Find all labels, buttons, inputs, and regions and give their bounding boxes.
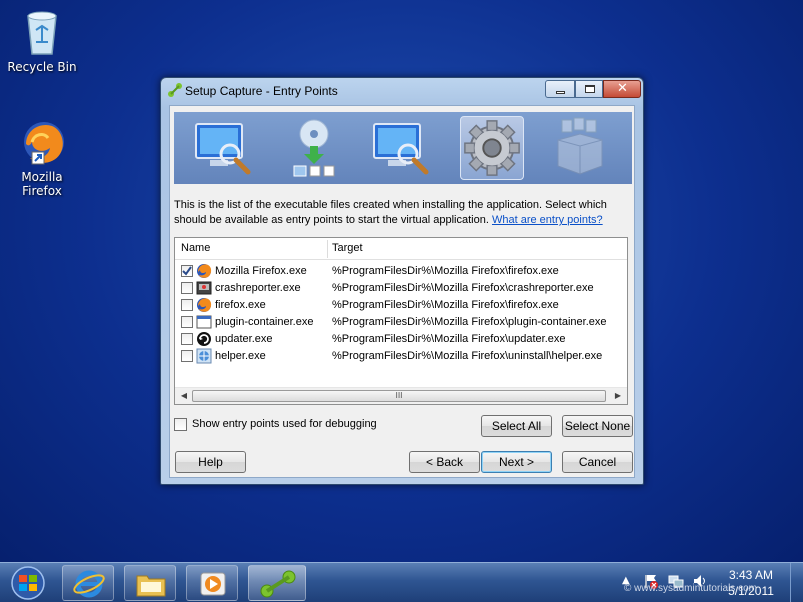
setup-capture-window: Setup Capture - Entry Points ✕ This is t… — [160, 77, 644, 485]
entry-checkbox[interactable] — [181, 265, 193, 277]
desktop-firefox-shortcut[interactable]: Mozilla Firefox — [2, 120, 82, 198]
column-separator[interactable] — [327, 240, 328, 258]
monitor-scan-icon — [195, 123, 251, 175]
list-item[interactable]: helper.exe %ProgramFilesDir%\Mozilla Fir… — [175, 348, 627, 365]
step-prescan — [192, 116, 256, 180]
show-debug-entry-points-label: Show entry points used for debugging — [192, 418, 377, 430]
crashreporter-icon — [196, 281, 212, 295]
close-icon: ✕ — [617, 81, 628, 96]
explorer-folder-icon — [136, 575, 166, 597]
window-client: This is the list of the executable files… — [169, 105, 635, 478]
show-desktop-button[interactable] — [790, 563, 803, 602]
show-debug-entry-points-checkbox[interactable] — [174, 418, 187, 431]
checkmark-icon — [182, 266, 192, 276]
entry-checkbox[interactable] — [181, 299, 193, 311]
thinapp-app-icon — [168, 83, 182, 97]
window-titlebar[interactable]: Setup Capture - Entry Points ✕ — [161, 78, 643, 104]
step-banner — [174, 112, 632, 184]
watermark-text: © www.sysadmintutorials.com — [624, 583, 757, 594]
desktop-recycle-bin[interactable]: Recycle Bin — [2, 8, 82, 74]
minimize-icon — [556, 91, 565, 94]
back-button[interactable]: < Back — [409, 451, 480, 473]
column-header-target[interactable]: Target — [332, 242, 363, 254]
entry-name: firefox.exe — [215, 299, 266, 311]
help-button[interactable]: Help — [175, 451, 246, 473]
entry-target: %ProgramFilesDir%\Mozilla Firefox\crashr… — [332, 282, 594, 294]
taskbar-media-player[interactable] — [186, 565, 238, 601]
scrollbar-grip: III — [395, 391, 403, 400]
disc-install-icon — [293, 119, 335, 177]
entry-name: updater.exe — [215, 333, 273, 345]
entry-checkbox[interactable] — [181, 350, 193, 362]
step-install — [282, 116, 346, 180]
entry-target: %ProgramFilesDir%\Mozilla Firefox\firefo… — [332, 299, 559, 311]
thinapp-capture-icon — [260, 570, 296, 598]
description-text: This is the list of the executable files… — [174, 198, 634, 228]
select-none-button[interactable]: Select None — [562, 415, 633, 437]
entry-name: crashreporter.exe — [215, 282, 301, 294]
window-title: Setup Capture - Entry Points — [185, 84, 338, 98]
maximize-button[interactable] — [575, 80, 603, 98]
taskbar: ▲ 3:43 AM 5/1/2011 — [0, 562, 803, 602]
gear-icon — [464, 120, 520, 176]
cancel-label: Cancel — [578, 455, 617, 469]
back-label: < Back — [425, 455, 464, 469]
firefox-shortcut-label: Mozilla Firefox — [21, 170, 63, 198]
start-button[interactable] — [8, 565, 48, 601]
maximize-icon — [585, 85, 595, 93]
list-item[interactable]: crashreporter.exe %ProgramFilesDir%\Mozi… — [175, 280, 627, 297]
scroll-right-arrow-icon[interactable]: ▶ — [611, 391, 625, 402]
list-item[interactable]: plugin-container.exe %ProgramFilesDir%\M… — [175, 314, 627, 331]
help-label: Help — [198, 455, 223, 469]
horizontal-scrollbar[interactable]: ◀ III ▶ — [175, 387, 627, 404]
column-header-name[interactable]: Name — [181, 242, 210, 254]
updater-icon — [197, 332, 211, 346]
firefox-shortcut-icon — [24, 122, 64, 165]
internet-explorer-icon — [73, 570, 105, 598]
select-none-label: Select None — [564, 419, 631, 433]
taskbar-setup-capture[interactable] — [248, 565, 306, 601]
taskbar-windows-explorer[interactable] — [124, 565, 176, 601]
taskbar-internet-explorer[interactable] — [62, 565, 114, 601]
list-item[interactable]: updater.exe %ProgramFilesDir%\Mozilla Fi… — [175, 331, 627, 348]
close-button[interactable]: ✕ — [603, 80, 641, 98]
clock-time[interactable]: 3:43 AM — [716, 568, 786, 582]
entry-target: %ProgramFilesDir%\Mozilla Firefox\update… — [332, 333, 566, 345]
minimize-button[interactable] — [545, 80, 575, 98]
list-header: Name Target — [175, 238, 627, 260]
firefox-icon — [197, 264, 212, 278]
entry-name: Mozilla Firefox.exe — [215, 265, 307, 277]
recycle-bin-label: Recycle Bin — [7, 60, 77, 74]
step-entry-points — [460, 116, 524, 180]
scroll-left-arrow-icon[interactable]: ◀ — [177, 391, 191, 402]
select-all-label: Select All — [491, 419, 542, 433]
window-app-icon — [196, 315, 212, 329]
scrollbar-thumb[interactable]: III — [192, 390, 606, 402]
entry-points-list: Name Target Mozilla Firefox.exe %Program… — [174, 237, 628, 405]
step-build-package — [548, 116, 612, 180]
step-postscan — [370, 116, 434, 180]
monitor-scan-icon — [373, 123, 429, 175]
next-button[interactable]: Next > — [481, 451, 552, 473]
entry-target: %ProgramFilesDir%\Mozilla Firefox\firefo… — [332, 265, 559, 277]
start-orb-icon — [11, 566, 45, 600]
media-player-icon — [200, 572, 226, 596]
list-item[interactable]: firefox.exe %ProgramFilesDir%\Mozilla Fi… — [175, 297, 627, 314]
globe-app-icon — [196, 348, 212, 364]
entry-name: plugin-container.exe — [215, 316, 314, 328]
firefox-icon — [197, 298, 212, 312]
entry-checkbox[interactable] — [181, 316, 193, 328]
list-item[interactable]: Mozilla Firefox.exe %ProgramFilesDir%\Mo… — [175, 263, 627, 280]
entry-target: %ProgramFilesDir%\Mozilla Firefox\plugin… — [332, 316, 607, 328]
package-box-icon — [557, 117, 603, 175]
entry-checkbox[interactable] — [181, 333, 193, 345]
entry-checkbox[interactable] — [181, 282, 193, 294]
recycle-bin-icon — [27, 11, 57, 55]
cancel-button[interactable]: Cancel — [562, 451, 633, 473]
next-label: Next > — [498, 455, 534, 469]
select-all-button[interactable]: Select All — [481, 415, 552, 437]
what-are-entry-points-link[interactable]: What are entry points? — [492, 214, 603, 226]
entry-target: %ProgramFilesDir%\Mozilla Firefox\uninst… — [332, 350, 603, 362]
entry-name: helper.exe — [215, 350, 266, 362]
